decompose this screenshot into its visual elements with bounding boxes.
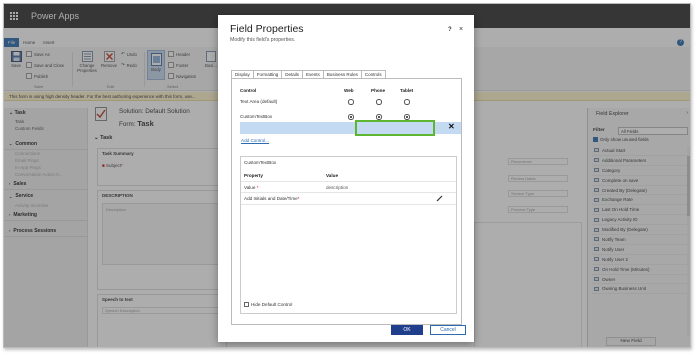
field-properties-dialog: Field Properties Modify this field's pro… [218,15,474,342]
ok-button[interactable]: OK [391,325,423,335]
column-header-value: Value [326,173,339,178]
control-properties: CustomTextBox Property Value Value * des… [240,156,457,314]
tablet-radio-custom-textbox[interactable] [404,114,410,120]
property-value: description [326,185,349,190]
control-name-custom-textbox: CustomTextBox [240,114,273,119]
phone-radio-text-area[interactable] [376,99,382,105]
column-header-control: Control [240,88,257,93]
property-name: Add Initials and Date/Time* [244,196,300,201]
phone-radio-custom-textbox[interactable] [376,114,382,120]
close-icon[interactable]: × [459,26,463,33]
control-name-text-area: Text Area (default) [240,99,278,104]
tablet-radio-text-area[interactable] [404,99,410,105]
hide-default-control-checkbox[interactable]: Hide Default Control [244,302,292,307]
column-header-tablet: Tablet [400,88,414,93]
property-name: Value * [244,185,259,190]
highlight-box [355,120,435,136]
add-control-link[interactable]: Add Control... [241,138,269,143]
controls-panel: Control Web Phone Tablet Text Area (defa… [231,78,462,325]
web-radio-custom-textbox[interactable] [348,114,354,120]
app-window: Power Apps File Home Insert ? Save Save … [3,3,691,348]
cancel-button[interactable]: Cancel [430,325,466,335]
delete-control-icon[interactable]: ✕ [448,122,455,131]
column-header-phone: Phone [371,88,386,93]
checkbox-icon [244,302,249,307]
properties-title: CustomTextBox [244,160,277,165]
table-row[interactable]: Value * description [241,181,456,193]
help-icon[interactable]: ? [448,27,452,33]
dialog-title: Field Properties [230,23,304,35]
web-radio-text-area[interactable] [348,99,354,105]
dialog-subtitle: Modify this field's properties. [230,37,296,43]
pencil-icon[interactable] [436,194,444,202]
column-header-web: Web [344,88,354,93]
dialog-footer: OK Cancel [218,323,474,342]
column-header-property: Property [244,173,263,178]
table-row[interactable]: Add Initials and Date/Time* [241,193,456,205]
